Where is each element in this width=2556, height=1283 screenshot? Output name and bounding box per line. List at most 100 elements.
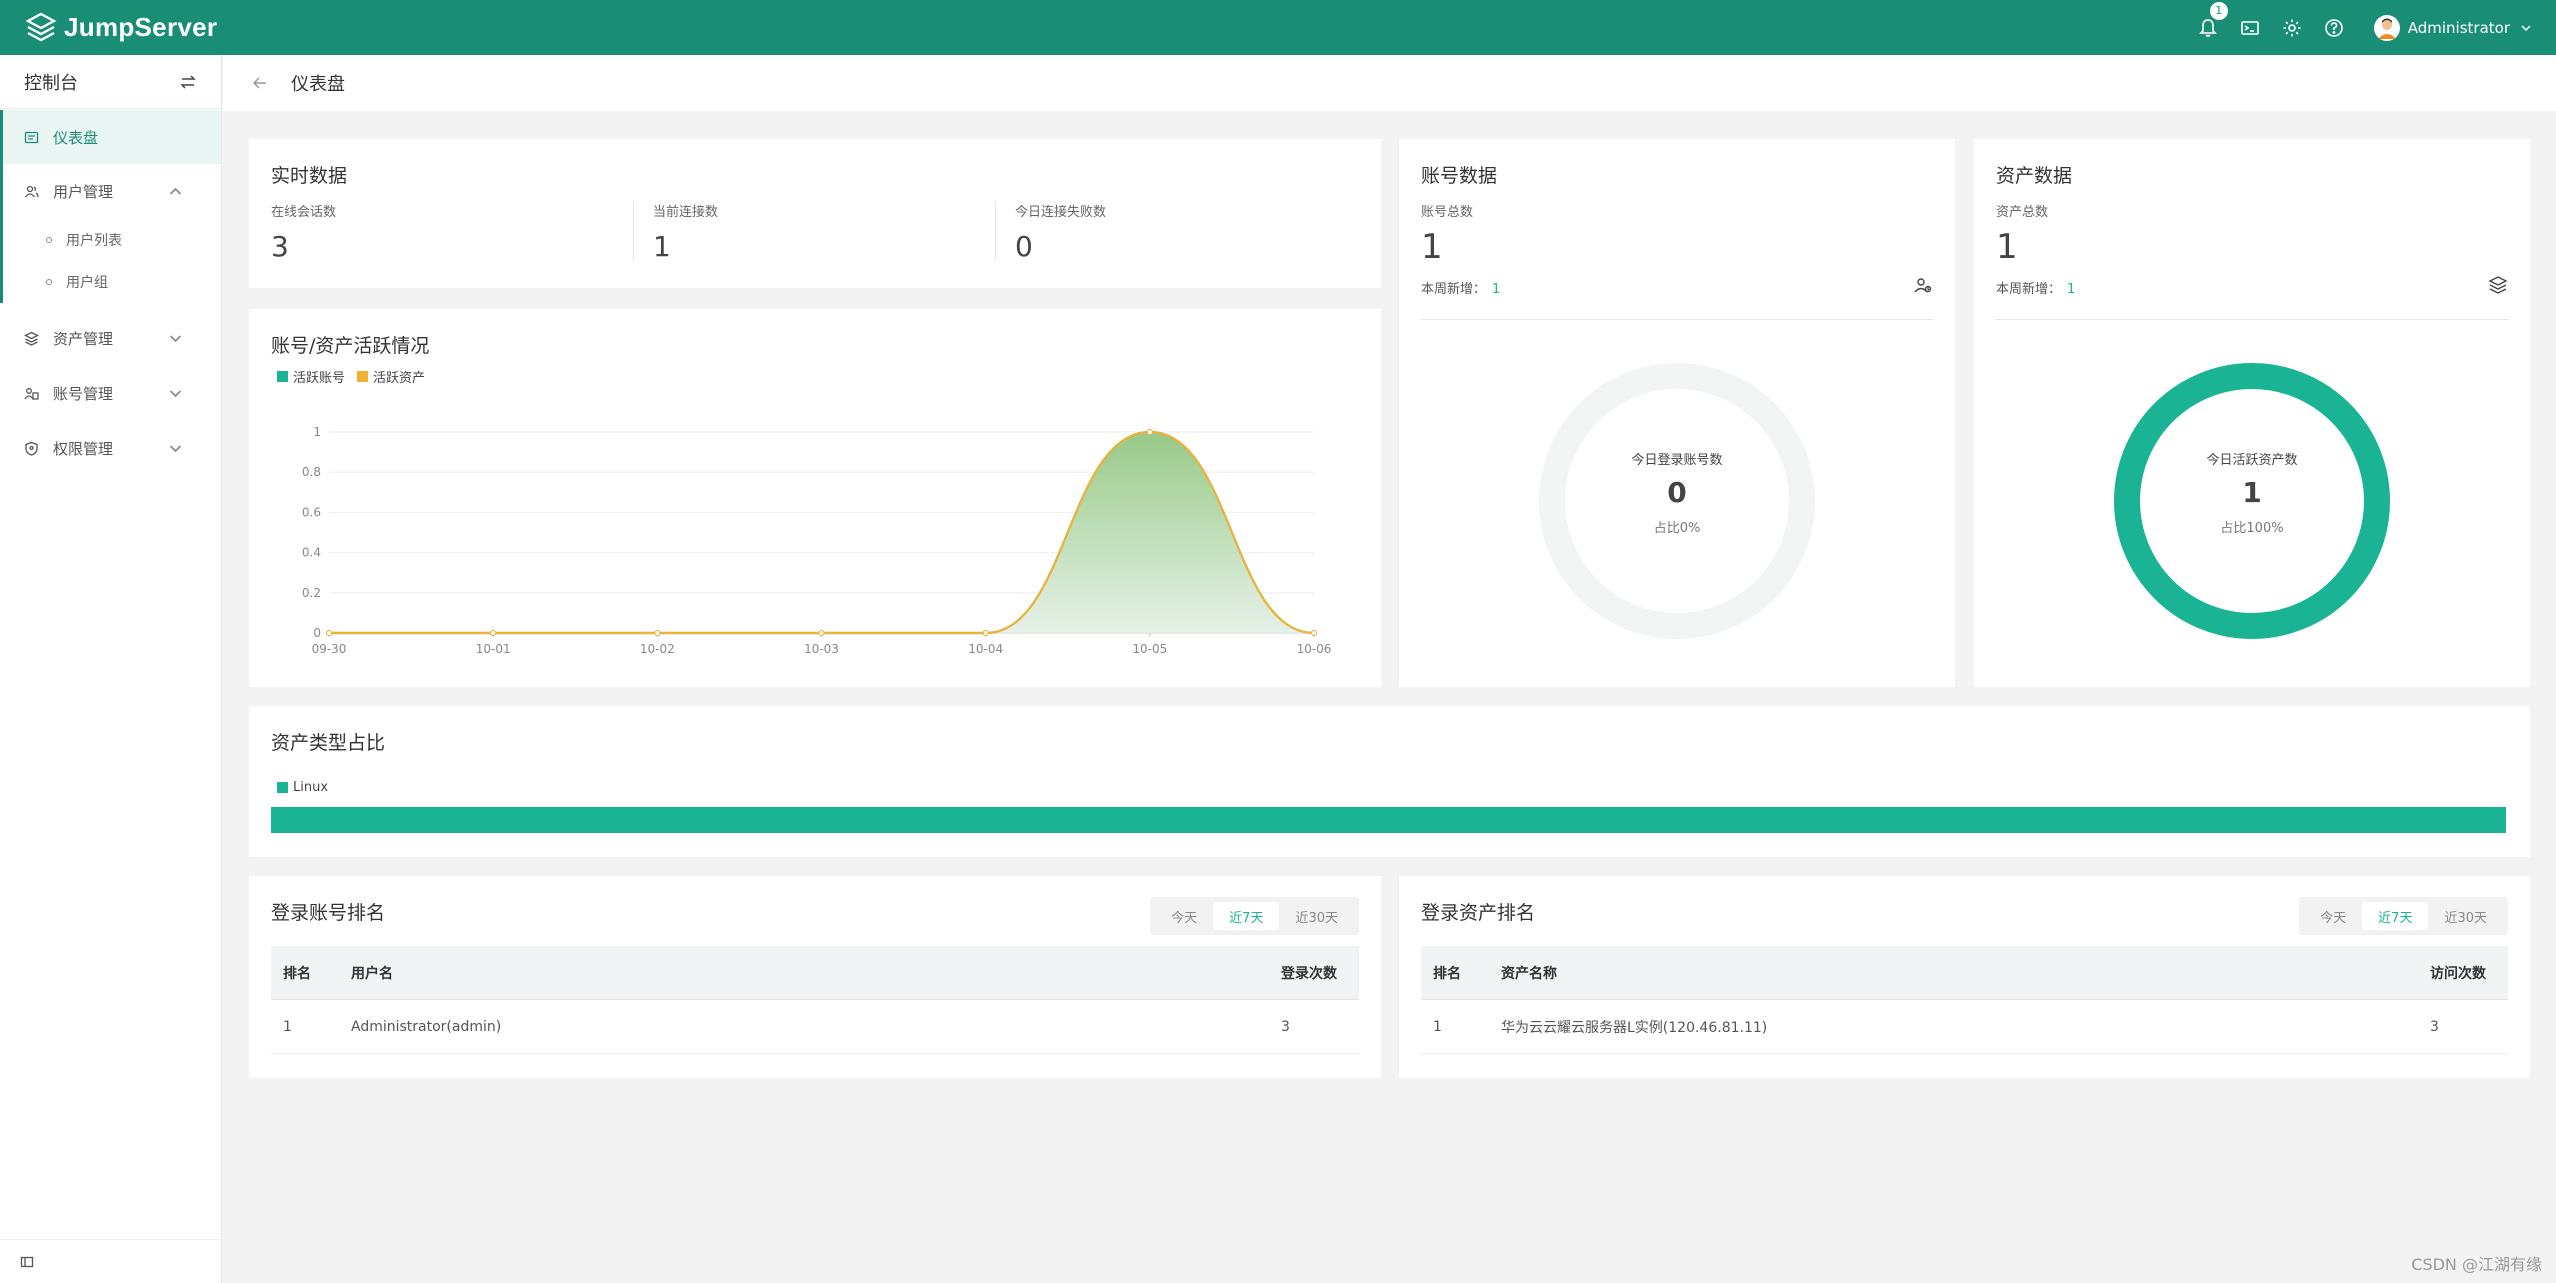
page-header: 仪表盘 [223,55,2556,111]
notification-badge: 1 [2209,1,2228,20]
assets-icon [24,331,39,346]
stat-label: 在线会话数 [271,205,337,220]
cell-username: Administrator(admin) [351,1018,502,1035]
x-tick-label: 10-03 [804,642,839,656]
chevron-up-icon [169,187,182,195]
y-tick-label: 0.6 [302,505,321,519]
tab-30-days[interactable]: 近30天 [2428,902,2503,930]
activity-chart-card: 账号/资产活跃情况 活跃账号 活跃资产 1 0.8 0.6 0.4 0.2 0 09-30 1… [249,309,1381,687]
sidebar-item-permission-management[interactable]: 权限管理 [0,421,221,476]
data-point [326,630,332,636]
column-header-asset-name[interactable]: 资产名称 [1489,963,2418,983]
table-header: 排名 资产名称 访问次数 [1421,946,2508,1000]
sidebar-item-label: 用户管理 [53,183,114,201]
account-rank-table: 排名 用户名 登录次数 1 Administrator(admin) 3 [271,946,1359,1054]
bullet-icon [46,279,52,285]
donut-center: 今日活跃资产数 1 占比100% [2152,449,2352,536]
stat-online-sessions: 在线会话数 3 [271,201,336,263]
donut-label: 今日活跃资产数 [2206,453,2298,468]
activity-area-chart: 1 0.8 0.6 0.4 0.2 0 09-30 10-01 10-02 10-03 10-04 1… [302,425,1332,656]
login-asset-rank-card: 登录资产排名 今天 近7天 近30天 排名 资产名称 访问次数 1 华为云云耀云… [1399,876,2530,1078]
permission-icon [25,441,38,456]
chevron-down-icon [169,445,182,453]
table-header: 排名 用户名 登录次数 [271,946,1359,1000]
chevron-down-icon [169,390,182,398]
series-area-1 [329,432,1314,633]
x-tick-label: 10-06 [1297,642,1332,656]
divider [995,201,996,261]
sidebar-item-account-management[interactable]: 账号管理 [0,366,221,421]
watermark: CSDN @江湖有缘 [2411,1255,2542,1274]
y-tick-label: 0 [313,626,321,640]
cell-rank: 1 [283,1018,292,1035]
column-header-rank[interactable]: 排名 [1421,963,1489,983]
y-tick-label: 0.2 [302,586,321,600]
tab-today[interactable]: 今天 [1155,902,1213,930]
app-logo[interactable]: JumpServer [24,11,217,45]
sidebar-item-user-list[interactable]: 用户列表 [0,219,221,261]
sidebar-title: 控制台 [24,72,78,94]
cell-access-count: 3 [2430,1018,2439,1035]
page-title: 仪表盘 [291,74,345,95]
donut-center: 今日登录账号数 0 占比0% [1577,449,1777,536]
app-name: JumpServer [64,12,218,42]
sidebar-item-label: 资产管理 [53,330,114,348]
donut-percentage: 占比0% [1653,521,1701,536]
tab-7-days[interactable]: 近7天 [2362,902,2429,930]
terminal-icon[interactable] [2238,16,2262,40]
card-title: 实时数据 [271,165,348,187]
divider [633,201,634,261]
sidebar: 控制台 仪表盘 用户管理 用户列表 用户组 资产管理 账号管理 权限管理 [0,55,222,1283]
help-icon[interactable] [2322,16,2346,40]
asset-types-card: 资产类型占比 Linux [249,706,2530,857]
weekly-label: 本周新增： [1421,282,1487,297]
total-accounts-value: 1 [1421,227,1443,267]
jumpserver-logo-icon [25,12,57,41]
y-tick-label: 1 [313,425,321,439]
switch-view-icon[interactable] [179,73,197,91]
total-accounts-label: 账号总数 [1421,205,1474,220]
stat-value: 1 [653,230,671,263]
time-range-tabs: 今天 近7天 近30天 [2299,897,2508,935]
sidebar-collapse-button[interactable] [0,1239,221,1283]
sidebar-item-user-management[interactable]: 用户管理 [0,164,221,219]
sidebar-item-dashboard[interactable]: 仪表盘 [0,110,221,164]
sidebar-group-user-management: 用户管理 用户列表 用户组 [0,164,221,303]
tab-today[interactable]: 今天 [2304,902,2362,930]
total-assets-value: 1 [1996,227,2018,267]
tab-30-days[interactable]: 近30天 [1279,902,1354,930]
tab-7-days[interactable]: 近7天 [1213,902,1280,930]
stat-value: 3 [271,230,289,263]
column-header-username[interactable]: 用户名 [339,963,1269,983]
column-header-login-count[interactable]: 登录次数 [1269,963,1359,983]
divider [1421,319,1933,320]
settings-gear-icon[interactable] [2280,16,2304,40]
x-tick-label: 10-05 [1132,642,1167,656]
accounts-icon [24,388,39,400]
sidebar-item-label: 权限管理 [53,440,114,458]
legend-label: Linux [293,780,329,795]
y-tick-label: 0.8 [302,465,321,479]
top-navbar: JumpServer 1 Administrator [0,0,2556,55]
bullet-icon [46,237,52,243]
cell-asset-name: 华为云云耀云服务器L实例(120.46.81.11) [1501,1019,1768,1036]
user-name: Administrator [2407,18,2510,37]
user-menu[interactable]: Administrator [2373,14,2532,41]
asset-type-bar-linux[interactable] [271,807,2506,833]
weekly-new-assets: 本周新增： 1 [1996,278,2075,297]
notification-bell-icon[interactable]: 1 [2196,1,2228,40]
column-header-access-count[interactable]: 访问次数 [2418,963,2508,983]
sidebar-item-asset-management[interactable]: 资产管理 [0,311,221,366]
card-title: 登录账号排名 [271,902,386,924]
card-title: 登录资产排名 [1421,902,1536,924]
asset-type-legend[interactable]: Linux [277,780,328,795]
sidebar-item-label: 仪表盘 [53,128,99,147]
sidebar-item-user-group[interactable]: 用户组 [0,261,221,303]
back-arrow-icon[interactable] [251,74,269,92]
x-tick-label: 10-04 [968,642,1003,656]
column-header-rank[interactable]: 排名 [271,963,339,983]
stat-current-connections: 当前连接数 1 [653,201,718,263]
users-icon [1914,278,1932,293]
table-row: 1 Administrator(admin) 3 [271,1000,1359,1054]
data-point [654,630,661,636]
